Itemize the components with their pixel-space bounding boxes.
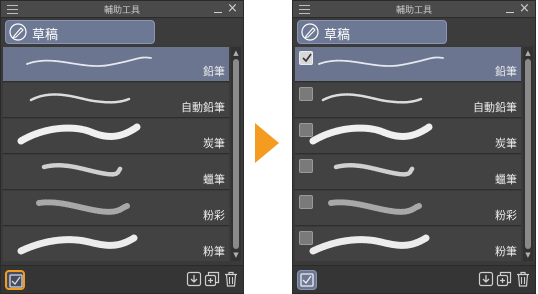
pencil-icon bbox=[9, 23, 27, 41]
tool-label: 粉筆 bbox=[203, 245, 225, 258]
tool-item-chalk[interactable]: 粉筆 bbox=[295, 227, 521, 261]
duplicate-icon[interactable] bbox=[496, 271, 512, 287]
tool-label: 鉛筆 bbox=[203, 65, 225, 78]
pencil-stroke-preview bbox=[26, 56, 152, 67]
mechanical-pencil-stroke-preview bbox=[321, 93, 423, 104]
scroll-up-icon[interactable]: ▲ bbox=[523, 48, 533, 58]
close-button[interactable]: × bbox=[226, 2, 239, 16]
tool-label: 炭筆 bbox=[203, 137, 225, 150]
scroll-thumb[interactable] bbox=[525, 59, 531, 249]
tool-label: 蠟筆 bbox=[495, 173, 517, 186]
chalk-stroke-preview bbox=[17, 234, 138, 255]
scroll-thumb[interactable] bbox=[233, 59, 239, 249]
tool-label: 鉛筆 bbox=[495, 65, 517, 78]
duplicate-icon[interactable] bbox=[204, 271, 220, 287]
tool-checkbox[interactable] bbox=[299, 195, 313, 209]
pastel-stroke-preview bbox=[36, 199, 130, 215]
bottom-toolbar bbox=[293, 265, 535, 293]
tool-item-charcoal[interactable]: 炭筆 bbox=[3, 119, 229, 154]
tab-label: 草稿 bbox=[324, 28, 351, 43]
chalk-stroke-preview bbox=[309, 234, 430, 255]
scroll-down-icon[interactable]: ▼ bbox=[231, 250, 241, 260]
pencil-icon bbox=[301, 23, 319, 41]
tool-item-crayon[interactable]: 蠟筆 bbox=[295, 155, 521, 190]
tool-item-crayon[interactable]: 蠟筆 bbox=[3, 155, 229, 190]
tool-label: 粉彩 bbox=[203, 209, 225, 222]
tool-item-pencil[interactable]: 鉛筆 bbox=[295, 47, 521, 82]
tool-checkbox[interactable] bbox=[299, 231, 313, 245]
download-icon[interactable] bbox=[186, 271, 202, 287]
tool-list: 鉛筆 自動鉛筆 炭筆 蠟筆 粉彩 粉筆 ▲ ▼ bbox=[295, 47, 533, 261]
scrollbar[interactable]: ▲ ▼ bbox=[523, 47, 533, 261]
tool-item-pastel[interactable]: 粉彩 bbox=[295, 191, 521, 226]
sub-tool-palette-before: 輔助工具 × 草稿 鉛筆 自動鉛筆 炭筆 蠟筆 粉彩 粉筆 ▲ ▼ bbox=[0, 0, 244, 294]
close-button[interactable]: × bbox=[518, 2, 531, 16]
tool-label: 粉彩 bbox=[495, 209, 517, 222]
tool-item-mechanical-pencil[interactable]: 自動鉛筆 bbox=[3, 83, 229, 118]
scrollbar[interactable]: ▲ ▼ bbox=[231, 47, 241, 261]
tab-row: 草稿 bbox=[1, 19, 243, 45]
pastel-stroke-preview bbox=[328, 199, 422, 215]
trash-icon[interactable] bbox=[515, 271, 531, 287]
minimize-button[interactable] bbox=[504, 3, 516, 16]
download-icon[interactable] bbox=[478, 271, 494, 287]
tool-label: 炭筆 bbox=[495, 137, 517, 150]
tool-label: 粉筆 bbox=[495, 245, 517, 258]
tool-item-mechanical-pencil[interactable]: 自動鉛筆 bbox=[295, 83, 521, 118]
trash-icon[interactable] bbox=[223, 271, 239, 287]
show-checkbox-toggle-button[interactable] bbox=[5, 270, 25, 290]
show-checkbox-icon bbox=[9, 274, 23, 288]
palette-titlebar: 輔助工具 × bbox=[1, 1, 243, 18]
tool-label: 自動鉛筆 bbox=[181, 101, 225, 114]
checkmark-icon bbox=[302, 53, 312, 63]
tool-item-chalk[interactable]: 粉筆 bbox=[3, 227, 229, 261]
tool-checkbox[interactable] bbox=[299, 87, 313, 101]
palette-titlebar: 輔助工具 × bbox=[293, 1, 535, 18]
tab-label: 草稿 bbox=[32, 28, 59, 43]
bottom-toolbar bbox=[1, 265, 243, 293]
crayon-stroke-preview bbox=[333, 163, 416, 177]
tab-sketch[interactable]: 草稿 bbox=[5, 20, 155, 44]
tool-label: 蠟筆 bbox=[203, 173, 225, 186]
tool-checkbox[interactable] bbox=[299, 123, 313, 137]
arrow-right-icon bbox=[255, 123, 279, 163]
tab-sketch[interactable]: 草稿 bbox=[297, 20, 447, 44]
mechanical-pencil-stroke-preview bbox=[29, 93, 131, 104]
palette-title: 輔助工具 bbox=[103, 6, 140, 16]
tool-item-pastel[interactable]: 粉彩 bbox=[3, 191, 229, 226]
tool-item-charcoal[interactable]: 炭筆 bbox=[295, 119, 521, 154]
tool-checkbox[interactable] bbox=[299, 51, 313, 65]
pencil-stroke-preview bbox=[318, 56, 444, 67]
tool-item-pencil[interactable]: 鉛筆 bbox=[3, 47, 229, 82]
tool-list: 鉛筆 自動鉛筆 炭筆 蠟筆 粉彩 粉筆 ▲ ▼ bbox=[3, 47, 241, 261]
tool-checkbox[interactable] bbox=[299, 159, 313, 173]
scroll-down-icon[interactable]: ▼ bbox=[523, 250, 533, 260]
charcoal-stroke-preview bbox=[309, 123, 433, 145]
crayon-stroke-preview bbox=[41, 163, 124, 177]
scroll-up-icon[interactable]: ▲ bbox=[231, 48, 241, 58]
sub-tool-palette-after: 輔助工具 × 草稿 鉛筆 自動鉛筆 炭筆 蠟筆 粉彩 粉筆 ▲ ▼ bbox=[292, 0, 536, 294]
tool-label: 自動鉛筆 bbox=[473, 101, 517, 114]
show-checkbox-icon bbox=[300, 273, 314, 287]
minimize-button[interactable] bbox=[212, 3, 224, 16]
charcoal-stroke-preview bbox=[17, 123, 141, 145]
palette-title: 輔助工具 bbox=[395, 6, 432, 16]
show-checkbox-toggle-button[interactable] bbox=[297, 270, 317, 290]
tab-row: 草稿 bbox=[293, 19, 535, 45]
